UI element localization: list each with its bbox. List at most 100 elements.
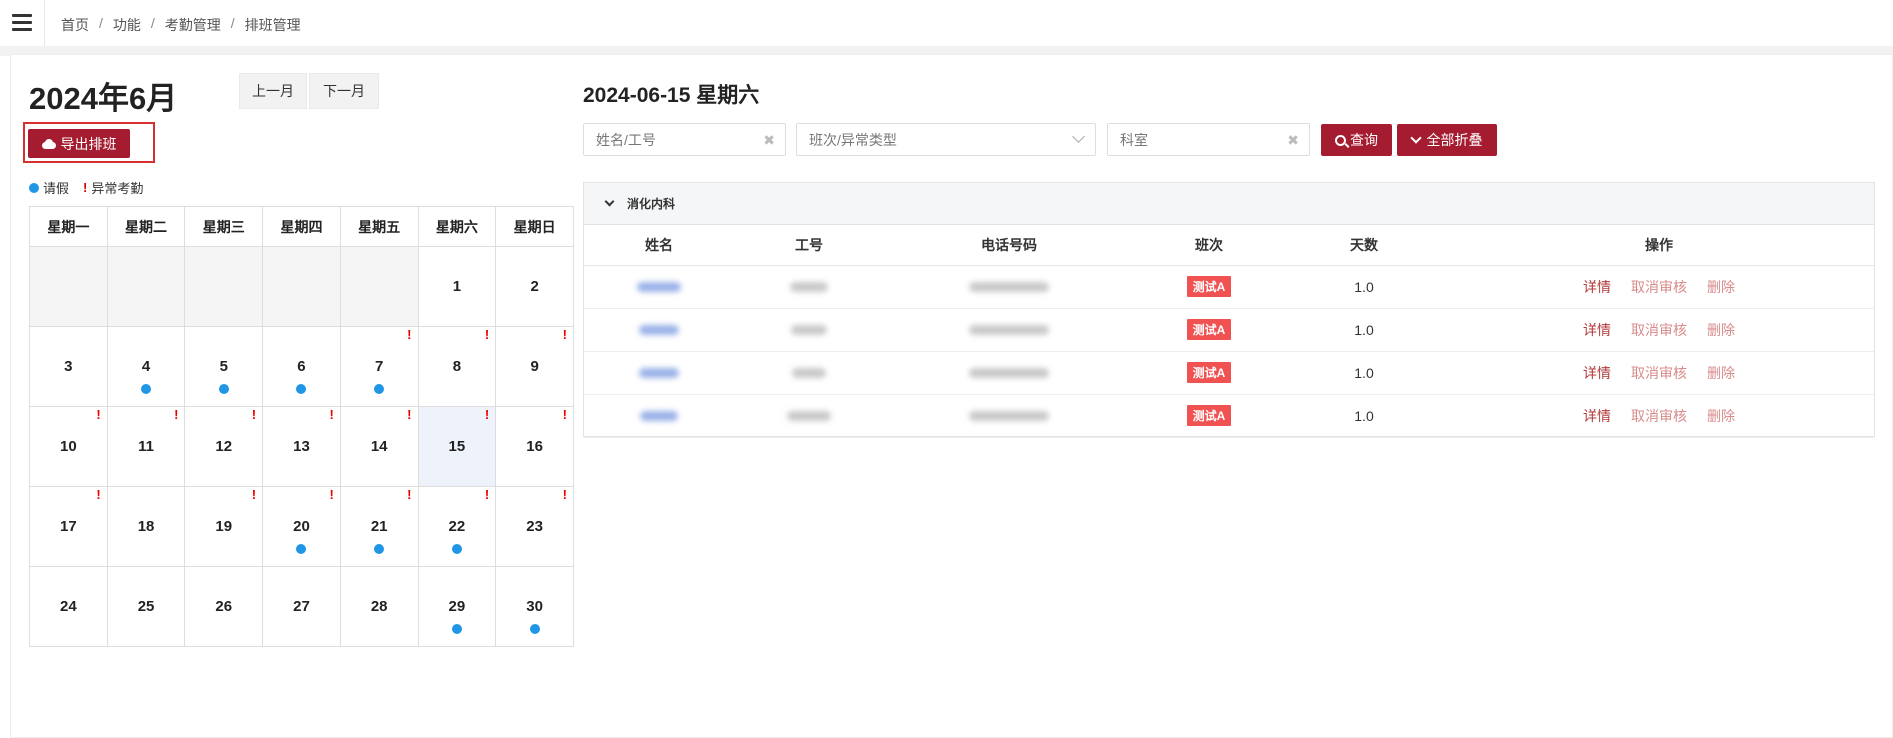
cancel-review-link[interactable]: 取消审核	[1631, 365, 1687, 381]
redacted-name	[637, 281, 681, 292]
calendar-day-cell[interactable]: 5	[184, 326, 264, 407]
breadcrumb: 首页 / 功能 / 考勤管理 / 排班管理	[61, 15, 301, 35]
calendar-day-cell[interactable]: 3	[29, 326, 108, 407]
calendar-empty-cell	[106, 246, 186, 327]
employee-name-cell[interactable]	[584, 394, 734, 438]
days-cell: 1.0	[1284, 265, 1444, 309]
abnormal-mark-icon: !	[329, 487, 334, 502]
calendar-day-cell[interactable]: 4	[106, 326, 186, 407]
delete-link[interactable]: 删除	[1707, 279, 1735, 295]
abnormal-mark-icon: !	[484, 487, 490, 502]
cancel-review-link[interactable]: 取消审核	[1631, 408, 1687, 424]
day-number: 27	[293, 598, 310, 615]
abnormal-mark-icon: !	[562, 487, 567, 502]
cancel-review-link[interactable]: 取消审核	[1631, 322, 1687, 338]
name-search-input[interactable]: 姓名/工号 ✖	[583, 123, 786, 156]
department-panel: 消化内科 姓名 工号 电话号码 班次 天数 操作 测试A 1.0 详情 取消审核 删除测…	[583, 182, 1875, 438]
calendar-day-cell[interactable]: 9!	[495, 326, 574, 407]
schedule-table-header: 姓名 工号 电话号码 班次 天数 操作	[584, 225, 1874, 266]
department-value: 科室	[1120, 131, 1148, 148]
days-cell: 1.0	[1284, 351, 1444, 395]
calendar-day-cell[interactable]: 19!	[184, 486, 264, 567]
shift-cell: 测试A	[1134, 265, 1284, 309]
employee-name-cell[interactable]	[584, 265, 734, 309]
detail-link[interactable]: 详情	[1583, 408, 1611, 424]
breadcrumb-item-attendance[interactable]: 考勤管理	[165, 15, 221, 35]
abnormal-mark-icon: !	[174, 407, 179, 422]
calendar-day-cell[interactable]: 1	[417, 246, 497, 327]
calendar-day-cell[interactable]: 30	[495, 566, 574, 647]
detail-link[interactable]: 详情	[1583, 365, 1611, 381]
department-input[interactable]: 科室 ✖	[1107, 123, 1310, 156]
calendar-day-cell[interactable]: 14!	[339, 406, 419, 487]
calendar-day-cell[interactable]: 8!	[417, 326, 497, 407]
day-number: 4	[141, 358, 151, 375]
calendar-day-cell[interactable]: 18	[106, 486, 186, 567]
delete-link[interactable]: 删除	[1707, 408, 1735, 424]
clear-icon[interactable]: ✖	[1287, 132, 1299, 149]
name-search-placeholder: 姓名/工号	[596, 131, 656, 148]
phone-cell	[884, 394, 1134, 438]
breadcrumb-item-home[interactable]: 首页	[61, 15, 89, 35]
calendar-day-cell[interactable]: 29	[417, 566, 497, 647]
calendar-day-cell[interactable]: 16!	[495, 406, 574, 487]
leave-dot-icon	[451, 624, 462, 634]
shift-tag: 测试A	[1186, 362, 1232, 383]
calendar-day-cell[interactable]: 25	[106, 566, 186, 647]
export-schedule-button[interactable]: 导出排班	[28, 129, 130, 158]
collapse-all-button[interactable]: 全部折叠	[1397, 124, 1497, 156]
calendar-day-cell[interactable]: 15!	[417, 406, 497, 487]
redacted-name	[639, 367, 679, 378]
calendar-day-cell[interactable]: 28	[339, 566, 419, 647]
query-button[interactable]: 查询	[1321, 124, 1392, 156]
menu-icon[interactable]	[12, 14, 32, 32]
detail-link[interactable]: 详情	[1583, 279, 1611, 295]
calendar-day-cell[interactable]: 2	[495, 246, 574, 327]
calendar-day-cell[interactable]: 24	[29, 566, 108, 647]
shift-type-select[interactable]: 班次/异常类型	[796, 123, 1096, 156]
calendar-day-cell[interactable]: 21!	[339, 486, 419, 567]
column-header-employee-id: 工号	[734, 225, 884, 266]
redacted-phone	[969, 410, 1049, 421]
table-row: 测试A 1.0 详情 取消审核 删除	[584, 394, 1874, 438]
table-row: 测试A 1.0 详情 取消审核 删除	[584, 351, 1874, 395]
cancel-review-link[interactable]: 取消审核	[1631, 279, 1687, 295]
prev-month-button[interactable]: 上一月	[239, 73, 307, 109]
calendar-day-cell[interactable]: 7!	[339, 326, 419, 407]
calendar-day-cell[interactable]: 23!	[495, 486, 574, 567]
abnormal-mark-icon: !	[407, 407, 412, 422]
calendar-day-cell[interactable]: 27	[262, 566, 341, 647]
calendar-day-cell[interactable]: 6	[262, 326, 341, 407]
day-number: 1	[452, 278, 462, 295]
day-number: 29	[448, 598, 466, 615]
calendar-day-cell[interactable]: 20!	[262, 486, 341, 567]
delete-link[interactable]: 删除	[1707, 365, 1735, 381]
detail-link[interactable]: 详情	[1583, 322, 1611, 338]
day-number: 6	[297, 358, 306, 375]
employee-name-cell[interactable]	[584, 351, 734, 395]
day-number: 9	[530, 358, 539, 375]
abnormal-mark-icon: !	[562, 327, 567, 342]
calendar-day-cell[interactable]: 11!	[106, 406, 186, 487]
abnormal-mark-icon: !	[251, 487, 257, 502]
redacted-name	[640, 410, 678, 421]
day-number: 11	[138, 438, 154, 455]
calendar-day-cell[interactable]: 17!	[29, 486, 108, 567]
calendar-day-cell[interactable]: 10!	[29, 406, 108, 487]
breadcrumb-separator: /	[150, 15, 155, 31]
employee-name-cell[interactable]	[584, 308, 734, 352]
day-number: 12	[215, 438, 233, 455]
department-group-header[interactable]: 消化内科	[584, 183, 1874, 225]
calendar-day-cell[interactable]: 13!	[262, 406, 341, 487]
clear-icon[interactable]: ✖	[763, 132, 775, 149]
next-month-button[interactable]: 下一月	[309, 73, 379, 109]
calendar-day-cell[interactable]: 22!	[417, 486, 497, 567]
calendar-day-cell[interactable]: 26	[184, 566, 264, 647]
redacted-name	[639, 324, 679, 335]
delete-link[interactable]: 删除	[1707, 322, 1735, 338]
calendar-day-cell[interactable]: 12!	[184, 406, 264, 487]
column-header-shift: 班次	[1134, 225, 1284, 266]
query-label: 查询	[1350, 132, 1378, 148]
calendar-empty-cell	[339, 246, 419, 327]
breadcrumb-item-function[interactable]: 功能	[113, 15, 141, 35]
